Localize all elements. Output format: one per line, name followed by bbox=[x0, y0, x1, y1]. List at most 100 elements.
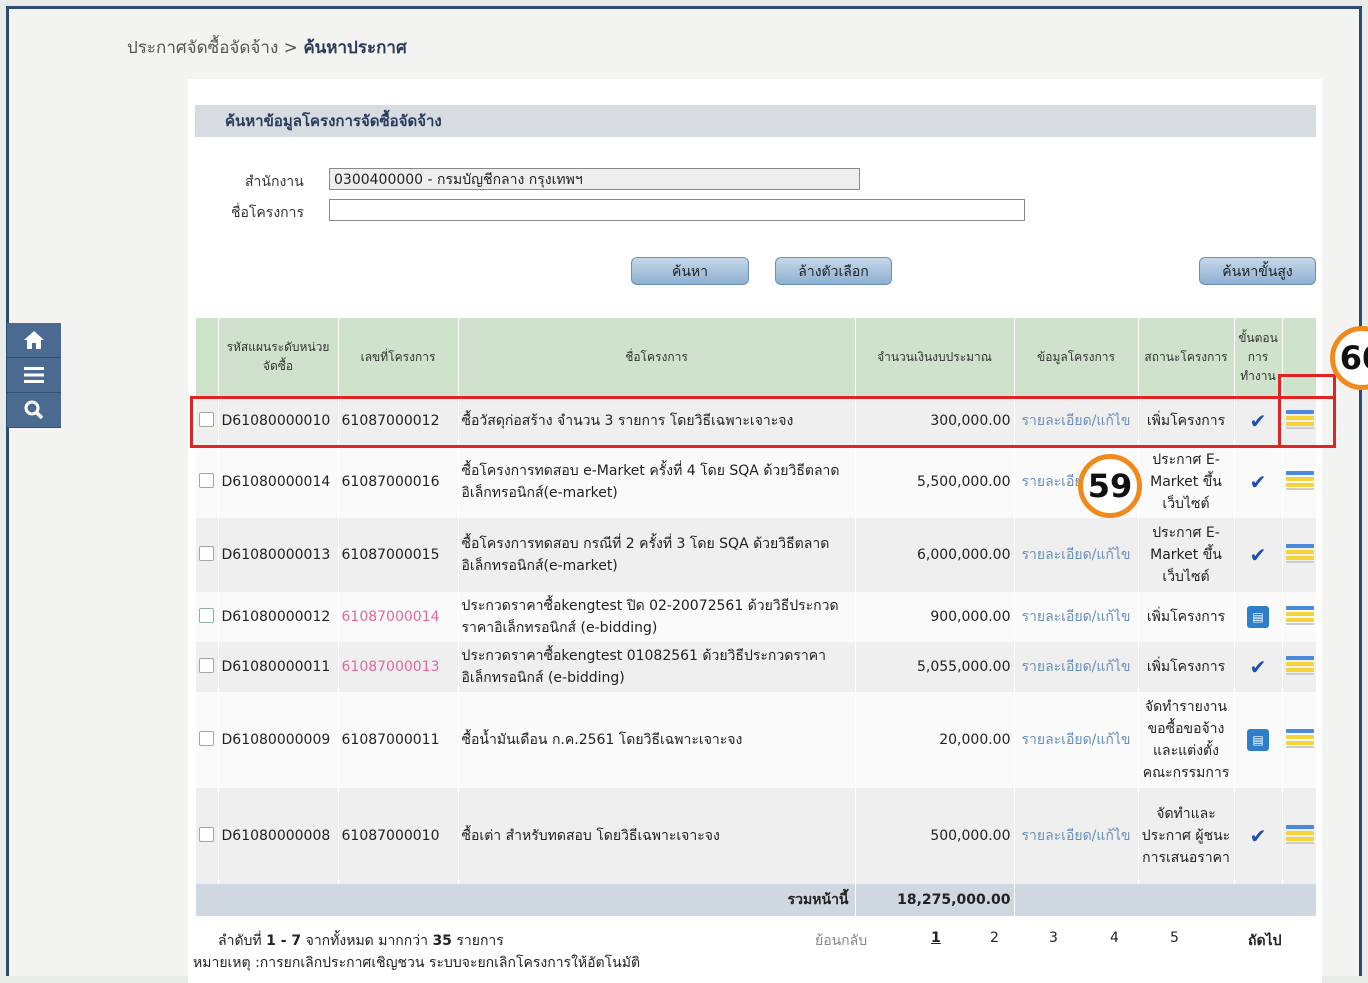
project-name: ซื้อเต่า สำหรับทดสอบ โดยวิธีเฉพาะเจาะจง bbox=[458, 788, 856, 884]
project-number: 61087000011 bbox=[338, 692, 459, 788]
home-icon[interactable] bbox=[7, 323, 61, 358]
project-number[interactable]: 61087000014 bbox=[338, 592, 459, 642]
plan-code: D61080000008 bbox=[218, 788, 339, 884]
workflow-check-icon[interactable]: ✔ bbox=[1250, 470, 1267, 494]
row-checkbox[interactable] bbox=[199, 826, 215, 842]
workflow-billboard-icon[interactable]: ▤ bbox=[1247, 606, 1269, 628]
col-project-info: ข้อมูลโครงการ bbox=[1014, 318, 1139, 396]
col-status: สถานะโครงการ bbox=[1138, 318, 1235, 396]
plan-code: D61080000009 bbox=[218, 692, 339, 788]
row-checkbox[interactable] bbox=[199, 730, 215, 746]
office-field[interactable]: 0300400000 - กรมบัญชีกลาง กรุงเทพฯ bbox=[329, 168, 860, 190]
project-name-label: ชื่อโครงการ bbox=[231, 205, 305, 221]
document-icon[interactable] bbox=[1285, 823, 1314, 845]
project-status: ประกาศ E-Market ขึ้นเว็บไซต์ bbox=[1138, 518, 1235, 592]
project-name: ซื้อน้ำมันเดือน ก.ค.2561 โดยวิธีเฉพาะเจา… bbox=[458, 692, 856, 788]
table-row: D61080000011 61087000013 ประกวดราคาซื้อken… bbox=[196, 642, 1317, 692]
project-status: เพิ่มโครงการ bbox=[1138, 642, 1235, 692]
office-label: สำนักงาน bbox=[245, 174, 304, 190]
highlight-row bbox=[190, 396, 1336, 448]
project-status: ประกาศ E-Market ขึ้นเว็บไซต์ bbox=[1138, 446, 1235, 518]
footnote: หมายเหตุ :การยกเลิกประกาศเชิญชวน ระบบจะย… bbox=[193, 955, 641, 971]
project-number: 61087000015 bbox=[338, 518, 459, 592]
document-icon[interactable] bbox=[1285, 542, 1314, 564]
paging-next[interactable]: ถัดไป bbox=[1248, 930, 1282, 952]
breadcrumb: ประกาศจัดซื้อจัดจ้าง > ค้นหาประกาศ bbox=[127, 34, 407, 61]
table-row: D61080000012 61087000014 ประกวดราคาซื้อken… bbox=[196, 592, 1317, 642]
project-name-input[interactable] bbox=[329, 199, 1025, 221]
plan-code: D61080000013 bbox=[218, 518, 339, 592]
breadcrumb-current: ค้นหาประกาศ bbox=[303, 38, 407, 58]
detail-edit-link[interactable]: รายละเอียด/แก้ไข bbox=[1014, 642, 1139, 692]
page-1[interactable]: 1 bbox=[931, 930, 941, 946]
row-checkbox[interactable] bbox=[199, 657, 215, 673]
project-name: ประกวดราคาซื้อkengtest ปิด 02-20072561 ด… bbox=[458, 592, 856, 642]
project-status: จัดทำและประกาศ ผู้ชนะการเสนอราคา bbox=[1138, 788, 1235, 884]
row-checkbox[interactable] bbox=[199, 607, 215, 623]
search-panel: ค้นหาข้อมูลโครงการจัดซื้อจัดจ้าง สำนักงา… bbox=[188, 79, 1322, 983]
breadcrumb-parent[interactable]: ประกาศจัดซื้อจัดจ้าง bbox=[127, 38, 278, 58]
col-plan-code: รหัสแผนระดับหน่วยจัดซื้อ bbox=[218, 318, 339, 396]
col-budget: จำนวนเงินงบประมาณ bbox=[855, 318, 1015, 396]
search-button[interactable]: ค้นหา bbox=[631, 257, 749, 285]
advanced-search-button[interactable]: ค้นหาขั้นสูง bbox=[1199, 257, 1316, 285]
project-number: 61087000016 bbox=[338, 446, 459, 518]
project-name: ซื้อโครงการทดสอบ กรณีที่ 2 ครั้งที่ 3 โด… bbox=[458, 518, 856, 592]
search-icon[interactable] bbox=[7, 393, 61, 428]
document-icon[interactable] bbox=[1285, 469, 1314, 491]
col-project-name: ชื่อโครงการ bbox=[458, 318, 856, 396]
plan-code: D61080000012 bbox=[218, 592, 339, 642]
highlight-action bbox=[1278, 374, 1336, 448]
total-amount: 18,275,000.00 bbox=[855, 884, 1015, 916]
plan-code: D61080000011 bbox=[218, 642, 339, 692]
table-row: D61080000014 61087000016 ซื้อโครงการทดสอบ … bbox=[196, 446, 1317, 518]
page-2[interactable]: 2 bbox=[990, 930, 999, 946]
row-checkbox[interactable] bbox=[199, 545, 215, 561]
panel-title: ค้นหาข้อมูลโครงการจัดซื้อจัดจ้าง bbox=[195, 105, 1316, 137]
budget-amount: 500,000.00 bbox=[855, 788, 1015, 884]
page-5[interactable]: 5 bbox=[1170, 930, 1179, 946]
document-icon[interactable] bbox=[1285, 604, 1314, 626]
side-toolbar bbox=[7, 323, 61, 428]
page-4[interactable]: 4 bbox=[1110, 930, 1119, 946]
table-row: D61080000008 61087000010 ซื้อเต่า สำหรับทด… bbox=[196, 788, 1317, 884]
paging-summary: ลำดับที่ 1 - 7 จากทั้งหมด มากกว่า 35 ราย… bbox=[218, 933, 504, 949]
budget-amount: 5,500,000.00 bbox=[855, 446, 1015, 518]
project-number[interactable]: 61087000013 bbox=[338, 642, 459, 692]
budget-amount: 20,000.00 bbox=[855, 692, 1015, 788]
breadcrumb-sep: > bbox=[278, 38, 304, 58]
document-icon[interactable] bbox=[1285, 654, 1314, 676]
plan-code: D61080000014 bbox=[218, 446, 339, 518]
table-row: D61080000013 61087000015 ซื้อโครงการทดสอบ … bbox=[196, 518, 1317, 592]
detail-edit-link[interactable]: รายละเอียด/แก้ไข bbox=[1014, 518, 1139, 592]
project-name: ประกวดราคาซื้อkengtest 01082561 ด้วยวิธี… bbox=[458, 642, 856, 692]
detail-edit-link[interactable]: รายละเอียด/แก้ไข bbox=[1014, 592, 1139, 642]
budget-amount: 900,000.00 bbox=[855, 592, 1015, 642]
workflow-check-icon[interactable]: ✔ bbox=[1250, 824, 1267, 848]
workflow-check-icon[interactable]: ✔ bbox=[1250, 655, 1267, 679]
detail-edit-link[interactable]: รายละเอียด/แก้ไข bbox=[1014, 788, 1139, 884]
page-3[interactable]: 3 bbox=[1049, 930, 1058, 946]
project-number: 61087000010 bbox=[338, 788, 459, 884]
pagination: ลำดับที่ 1 - 7 จากทั้งหมด มากกว่า 35 ราย… bbox=[193, 930, 1313, 952]
col-workflow: ขั้นตอนการทำงาน bbox=[1234, 318, 1283, 396]
budget-amount: 5,055,000.00 bbox=[855, 642, 1015, 692]
menu-icon[interactable] bbox=[7, 358, 61, 393]
detail-edit-link[interactable]: รายละเอียด/แก้ไข bbox=[1014, 692, 1139, 788]
total-row: รวมหน้านี้ 18,275,000.00 bbox=[196, 884, 1317, 916]
workflow-billboard-icon[interactable]: ▤ bbox=[1247, 729, 1269, 751]
budget-amount: 6,000,000.00 bbox=[855, 518, 1015, 592]
project-status: จัดทำรายงานขอซื้อขอจ้างและแต่งตั้งคณะกรร… bbox=[1138, 692, 1235, 788]
table-header: รหัสแผนระดับหน่วยจัดซื้อ เลขที่โครงการ ช… bbox=[196, 318, 1317, 396]
project-status: เพิ่มโครงการ bbox=[1138, 592, 1235, 642]
row-checkbox[interactable] bbox=[199, 472, 215, 488]
callout-59: 59 bbox=[1078, 454, 1142, 518]
clear-button[interactable]: ล้างตัวเลือก bbox=[775, 257, 892, 285]
workflow-check-icon[interactable]: ✔ bbox=[1250, 543, 1267, 567]
project-name: ซื้อโครงการทดสอบ e-Market ครั้งที่ 4 โดย… bbox=[458, 446, 856, 518]
col-project-no: เลขที่โครงการ bbox=[338, 318, 459, 396]
total-label: รวมหน้านี้ bbox=[196, 884, 856, 916]
table-row: D61080000009 61087000011 ซื้อน้ำมันเดือน ก… bbox=[196, 692, 1317, 788]
document-icon[interactable] bbox=[1285, 727, 1314, 749]
paging-back[interactable]: ย้อนกลับ bbox=[815, 930, 867, 952]
